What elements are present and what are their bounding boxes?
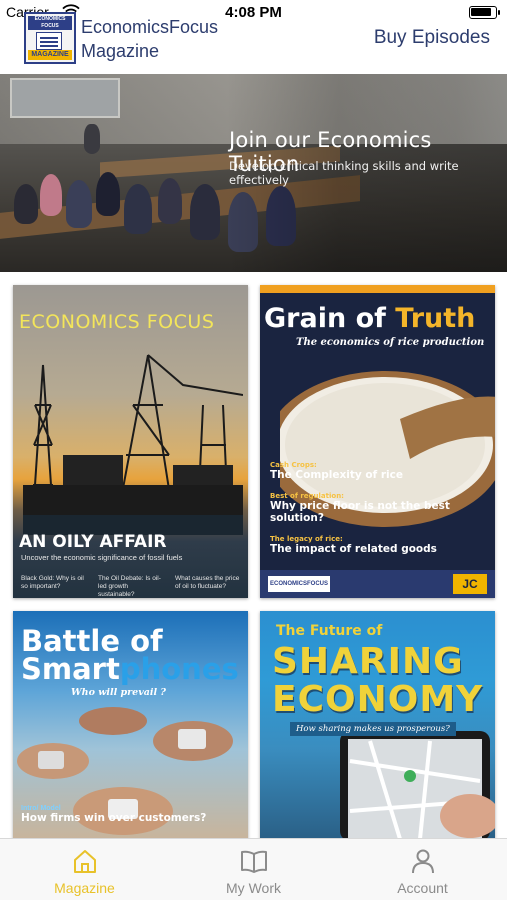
cover-footer-badge: JC [453, 574, 487, 594]
buy-episodes-button[interactable]: Buy Episodes [374, 27, 490, 49]
oil-rig-illustration [23, 354, 243, 535]
cover-title-line: SHARING [272, 641, 464, 682]
cover-column: What causes the price of oil to fluctuat… [175, 575, 240, 590]
book-icon [240, 850, 267, 873]
cover-subheadline: Uncover the economic significance of fos… [21, 553, 183, 562]
app-logo: ECONOMICS FOCUS MAGAZINE [24, 12, 76, 64]
magazine-cover-grain-of-truth[interactable]: Grain of Truth The economics of rice pro… [260, 285, 495, 598]
tab-magazine[interactable]: Magazine [0, 839, 169, 900]
cover-title-small: The Future of [276, 623, 383, 639]
cover-title: Grain of Truth [264, 303, 476, 334]
tab-my-work[interactable]: My Work [169, 839, 338, 900]
tab-account[interactable]: Account [338, 839, 507, 900]
cover-story: The legacy of rice: The impact of relate… [270, 535, 437, 555]
cover-columns: Black Gold: Why is oil so important? The… [21, 575, 243, 598]
cover-footer: ECONOMICSFOCUS JC [260, 570, 495, 598]
promo-banner[interactable]: Join our Economics Tuition Develop criti… [0, 74, 507, 272]
magazine-cover-battle-of-smartphones[interactable]: Battle of Smartphones Who will prevail ?… [13, 611, 248, 838]
cover-story: Intro/ Model How firms win over customer… [21, 805, 207, 824]
cover-story: Best of regulation: Why price floor is n… [270, 492, 450, 524]
tab-label: Magazine [54, 880, 115, 896]
magazine-grid: ECONOMICS FOCUS AN OILY AFFAIR Uncover t… [0, 272, 507, 838]
person-icon [411, 849, 434, 874]
cover-tagline: Who will prevail ? [71, 687, 166, 698]
magazine-cover-oily-affair[interactable]: ECONOMICS FOCUS AN OILY AFFAIR Uncover t… [13, 285, 248, 598]
phone-map-illustration [340, 731, 495, 838]
tab-bar: Magazine My Work Account [0, 838, 507, 900]
tab-label: My Work [226, 880, 281, 896]
cover-story: Cash Crops: The Complexity of rice [270, 461, 403, 481]
cover-footer-logo: ECONOMICSFOCUS [268, 576, 330, 592]
app-title: EconomicsFocus Magazine [81, 17, 219, 61]
cover-masthead: ECONOMICS FOCUS [19, 311, 215, 333]
home-icon [73, 850, 96, 873]
cover-headline: AN OILY AFFAIR [19, 532, 167, 552]
banner-subtitle: Develop critical thinking skills and wri… [229, 159, 459, 187]
app-header: ECONOMICS FOCUS MAGAZINE EconomicsFocus M… [0, 0, 507, 74]
cover-column: The Oil Debate: Is oil-led growth sustai… [98, 575, 161, 598]
cover-column: Black Gold: Why is oil so important? [21, 575, 84, 590]
cover-tagline: How sharing makes us prosperous? [290, 722, 456, 736]
tab-label: Account [397, 880, 448, 896]
cover-title-line: ECONOMY [272, 679, 484, 720]
magazine-cover-sharing-economy[interactable]: The Future of SHARING ECONOMY How sharin… [260, 611, 495, 838]
cover-title: Battle of Smartphones [21, 624, 239, 686]
cover-tagline: The economics of rice production [296, 337, 485, 348]
